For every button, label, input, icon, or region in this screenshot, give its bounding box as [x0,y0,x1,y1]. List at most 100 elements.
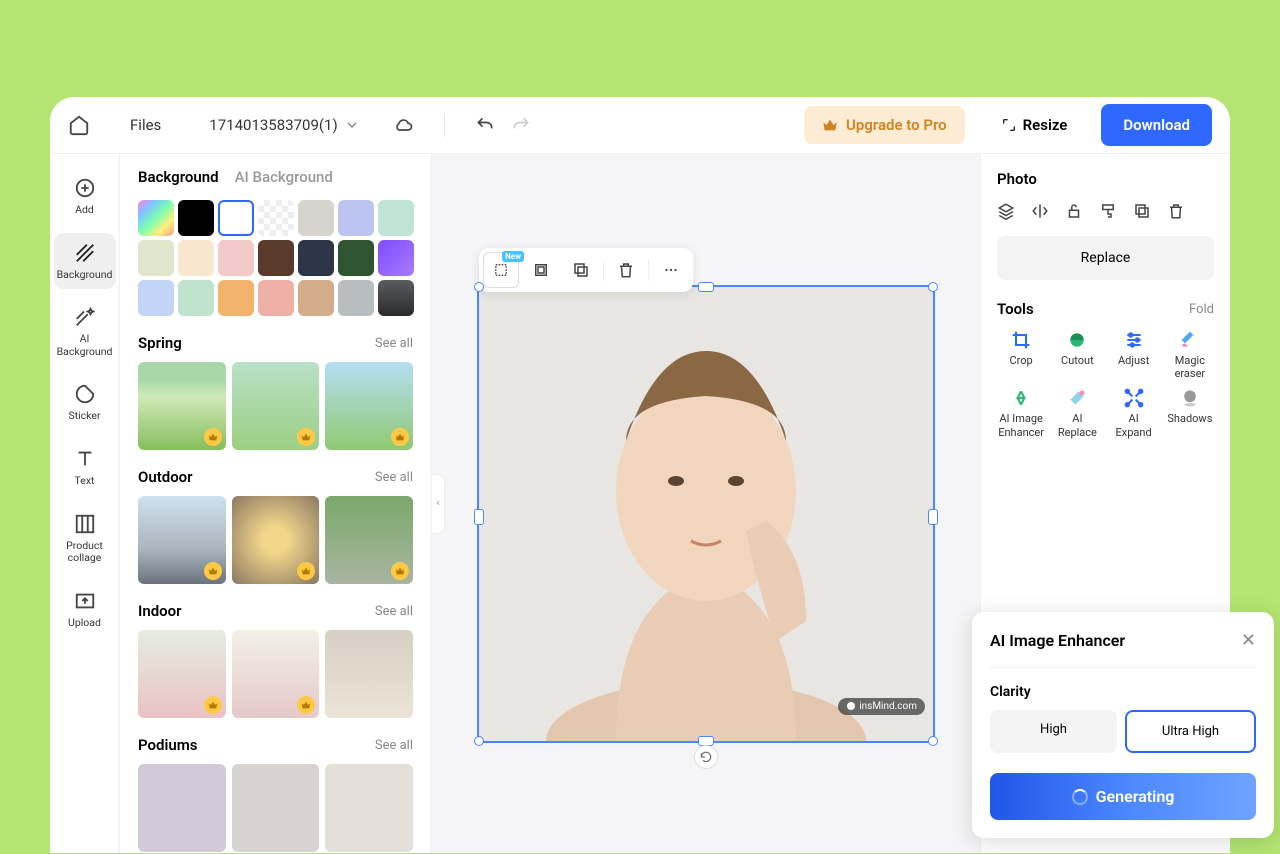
flip-icon[interactable] [1031,202,1049,220]
tool-shadows[interactable]: Shadows [1166,388,1214,438]
bg-thumb-spring[interactable] [232,362,320,450]
swatch-white[interactable] [218,200,254,236]
divider [648,259,649,281]
tool-ai-enhancer[interactable]: AI Image Enhancer [997,388,1045,438]
swatch[interactable] [258,240,294,276]
swatch[interactable] [298,200,334,236]
swatch-custom[interactable] [138,200,174,236]
swatch[interactable] [258,280,294,316]
tool-magic-eraser[interactable]: Magic eraser [1166,330,1214,380]
bg-thumb-indoor[interactable] [325,630,413,718]
tool-crop[interactable]: Crop [997,330,1045,380]
swatch-black[interactable] [178,200,214,236]
see-all-podiums[interactable]: See all [375,738,413,753]
dots-icon [662,261,680,279]
cloud-sync-icon[interactable] [394,115,414,135]
swatch[interactable] [378,280,414,316]
canvas-area[interactable]: ‹ New [432,154,980,853]
canvas-selection[interactable]: New [477,285,935,743]
replace-icon [1067,388,1087,408]
filename-dropdown[interactable]: 1714013583709(1) [209,116,357,134]
layers-icon[interactable] [997,202,1015,220]
nav-product-collage[interactable]: Product collage [54,504,116,573]
copy-button[interactable] [563,252,599,288]
download-button[interactable]: Download [1101,104,1212,146]
swatch[interactable] [298,280,334,316]
bg-thumb-spring[interactable] [325,362,413,450]
see-all-outdoor[interactable]: See all [375,470,413,485]
bg-thumb-podiums[interactable] [325,764,413,852]
frame-icon [532,261,550,279]
tab-ai-background[interactable]: AI Background [235,168,333,186]
resize-handle[interactable] [474,509,484,525]
swatch-transparent[interactable] [258,200,294,236]
delete-button[interactable] [608,252,644,288]
resize-handle[interactable] [928,736,938,746]
swatch[interactable] [218,240,254,276]
bg-thumb-indoor[interactable] [138,630,226,718]
home-icon[interactable] [68,114,90,136]
bg-thumb-spring[interactable] [138,362,226,450]
resize-handle[interactable] [928,282,938,292]
collapse-panel-button[interactable]: ‹ [431,474,445,534]
nav-text[interactable]: Text [54,439,116,496]
tab-background[interactable]: Background [138,168,219,186]
resize-icon [1001,117,1017,133]
swatch[interactable] [338,280,374,316]
lock-icon[interactable] [1065,202,1083,220]
files-menu[interactable]: Files [130,116,161,134]
tool-ai-replace[interactable]: AI Replace [1053,388,1101,438]
bg-thumb-outdoor[interactable] [325,496,413,584]
filename: 1714013583709(1) [209,116,337,134]
swatch[interactable] [338,240,374,276]
tool-adjust[interactable]: Adjust [1110,330,1158,380]
nav-sticker[interactable]: Sticker [54,374,116,431]
clarity-high[interactable]: High [990,710,1117,753]
pro-badge [204,428,222,446]
swatch[interactable] [378,240,414,276]
bg-thumb-podiums[interactable] [232,764,320,852]
swatch[interactable] [178,240,214,276]
resize-handle[interactable] [474,282,484,292]
resize-button[interactable]: Resize [1001,116,1068,134]
bg-thumb-indoor[interactable] [232,630,320,718]
undo-icon[interactable] [475,115,495,135]
trash-icon[interactable] [1167,202,1185,220]
tool-ai-expand[interactable]: AI Expand [1110,388,1158,438]
resize-handle[interactable] [928,509,938,525]
tool-label: Cutout [1061,354,1094,367]
rotate-handle[interactable] [694,745,718,769]
bg-thumb-outdoor[interactable] [232,496,320,584]
nav-ai-background[interactable]: AI Background [54,297,116,366]
resize-handle[interactable] [474,736,484,746]
swatch[interactable] [138,240,174,276]
see-all-indoor[interactable]: See all [375,604,413,619]
paint-icon[interactable] [1099,202,1117,220]
canvas-image[interactable] [479,287,933,741]
more-button[interactable] [653,252,689,288]
swatch[interactable] [138,280,174,316]
clarity-ultra-high[interactable]: Ultra High [1125,710,1230,753]
top-bar: Files 1714013583709(1) Upgrade to Pro Re… [50,97,1230,154]
swatch[interactable] [178,280,214,316]
resize-handle[interactable] [698,282,714,292]
nav-add[interactable]: Add [54,168,116,225]
swatch[interactable] [218,280,254,316]
nav-upload[interactable]: Upload [54,581,116,638]
nav-background[interactable]: Background [54,233,116,290]
swatch[interactable] [298,240,334,276]
fold-button[interactable]: Fold [1189,302,1214,317]
duplicate-icon[interactable] [1133,202,1151,220]
generate-button[interactable]: Generating [990,773,1230,820]
swatch[interactable] [378,200,414,236]
bg-thumb-podiums[interactable] [138,764,226,852]
bg-thumb-outdoor[interactable] [138,496,226,584]
ai-tool-button[interactable]: New [483,252,519,288]
replace-button[interactable]: Replace [997,236,1214,280]
section-podiums: Podiums [138,736,197,754]
tool-cutout[interactable]: Cutout [1053,330,1101,380]
swatch[interactable] [338,200,374,236]
crop-tool-button[interactable] [523,252,559,288]
upgrade-button[interactable]: Upgrade to Pro [804,106,965,144]
see-all-spring[interactable]: See all [375,336,413,351]
